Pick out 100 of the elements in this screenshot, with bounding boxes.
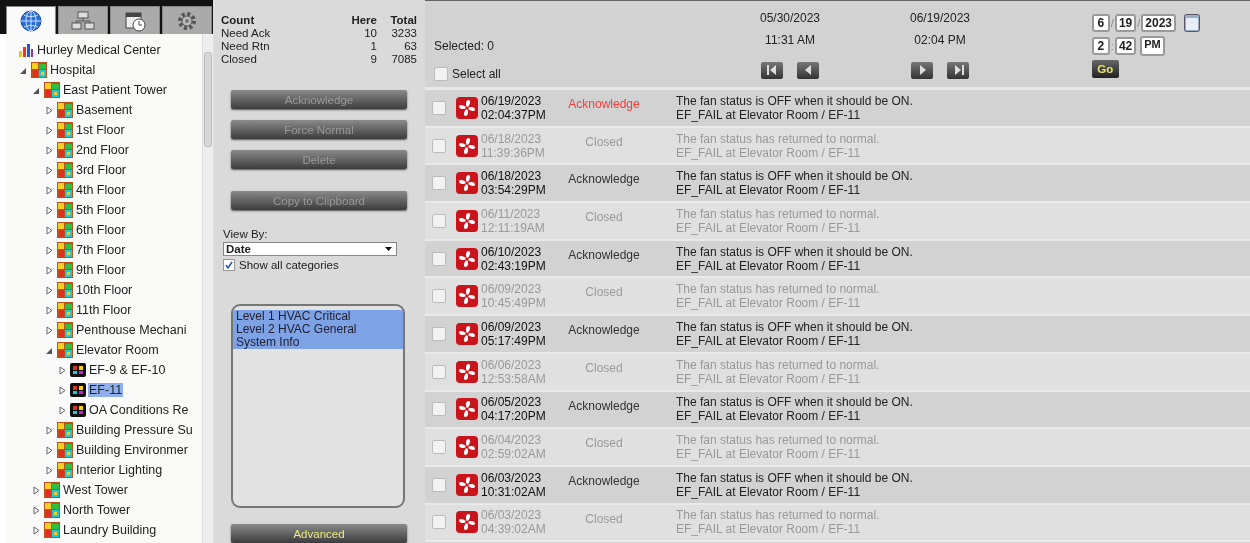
tree-item[interactable]: 11th Floor [75,303,133,317]
scrollbar[interactable] [202,34,213,543]
time-field[interactable]: 2 [1091,37,1110,55]
row-checkbox[interactable] [432,213,446,228]
alarm-message: The fan status is OFF when it should be ON. [676,470,913,485]
tree-item[interactable]: 7th Floor [75,243,127,257]
alarm-status: Acknowledge [567,397,641,413]
date-field[interactable]: 19 [1114,14,1137,32]
tree-item[interactable]: 3rd Floor [75,163,128,177]
row-checkbox[interactable] [432,477,446,492]
row-checkbox[interactable] [432,289,446,304]
alarm-time: 03:54:29PM [481,183,547,198]
tree-item[interactable]: Building Pressure Su [75,423,194,437]
tree-item[interactable]: 1st Floor [75,123,126,137]
tree-item[interactable]: Penthouse Mechani [75,323,188,337]
collapsed-arrow-icon[interactable] [32,505,40,515]
date-field[interactable]: 2023 [1141,14,1176,32]
collapsed-arrow-icon[interactable] [45,185,53,195]
collapsed-arrow-icon[interactable] [58,405,66,415]
row-checkbox[interactable] [432,251,446,266]
collapsed-arrow-icon[interactable] [58,385,66,395]
row-checkbox[interactable] [432,440,446,455]
collapsed-arrow-icon[interactable] [45,105,53,115]
panel-tab[interactable] [6,6,56,34]
tree-item[interactable]: Hurley Medical Center [36,43,162,57]
select-all-checkbox[interactable] [434,67,448,81]
collapsed-arrow-icon[interactable] [45,265,53,275]
collapsed-arrow-icon[interactable] [45,445,53,455]
checkbox[interactable] [223,259,235,271]
tree-item[interactable]: EF-11 [88,383,124,397]
panel-tab[interactable] [110,6,160,34]
tree-item[interactable]: 2nd Floor [75,143,130,157]
am-pm-field[interactable]: PM [1140,36,1165,56]
selected-count: Selected: 0 [434,39,495,53]
tree-item[interactable]: 10th Floor [75,283,134,297]
collapsed-arrow-icon[interactable] [45,165,53,175]
tree-item[interactable]: West Tower [62,483,129,497]
end-time: 02:04 PM [913,33,967,49]
row-checkbox[interactable] [432,364,446,379]
last-page-button[interactable] [947,61,969,79]
row-checkbox[interactable] [432,326,446,341]
view-by-dropdown[interactable]: Date [223,242,397,256]
tree-item[interactable]: 5th Floor [75,203,127,217]
row-checkbox[interactable] [432,402,446,417]
alarm-status: Closed [584,284,624,300]
calendar-icon[interactable] [1184,14,1200,32]
alarm-time: 04:39:02AM [481,522,547,537]
advanced-button[interactable]: Advanced [231,524,407,543]
tree-item[interactable]: EF-9 & EF-10 [88,363,167,377]
collapsed-arrow-icon[interactable] [45,225,53,235]
tree-item[interactable]: Elevator Room [75,343,160,357]
category-item[interactable]: Level 1 HVAC Critical [233,310,403,323]
collapsed-arrow-icon[interactable] [32,525,40,535]
row-checkbox[interactable] [432,176,446,191]
category-item[interactable]: Level 2 HVAC General [233,323,403,336]
tree-item[interactable]: Building Environmer [75,443,189,457]
checkbox-label: Show all categories [239,259,339,271]
tree-item[interactable]: Hospital [49,63,97,77]
tree-item[interactable]: Interior Lighting [75,463,164,477]
collapsed-arrow-icon[interactable] [45,425,53,435]
fan-icon [456,172,478,195]
row-checkbox[interactable] [432,100,446,115]
collapsed-arrow-icon[interactable] [32,485,40,495]
fan-icon [456,322,478,345]
tree-item[interactable]: Basement [75,103,134,117]
go-button[interactable]: Go [1091,60,1119,78]
caret-icon [385,247,392,251]
collapsed-arrow-icon[interactable] [45,465,53,475]
next-page-button[interactable] [911,61,933,79]
tree-item[interactable]: East Patient Tower [62,83,168,97]
collapsed-arrow-icon[interactable] [58,365,66,375]
collapsed-arrow-icon[interactable] [45,285,53,295]
collapsed-arrow-icon[interactable] [45,145,53,155]
time-field[interactable]: 42 [1114,37,1137,55]
tree-item[interactable]: Laundry Building [62,523,158,537]
collapsed-arrow-icon[interactable] [45,245,53,255]
building-blocks-icon [44,502,60,518]
tree-item[interactable]: 9th Floor [75,263,127,277]
alarm-date: 06/06/2023 [481,357,543,372]
alarm-time: 12:11:19AM [481,220,546,235]
tree-item[interactable]: OA Conditions Re [88,403,190,417]
bar-chart-icon [18,42,34,58]
category-list[interactable]: Level 1 HVAC Critical Level 2 HVAC General System Info [231,304,405,509]
fan-icon [456,96,478,119]
collapsed-arrow-icon[interactable] [45,205,53,215]
date-field[interactable]: 6 [1091,14,1110,32]
first-page-button[interactable] [761,61,783,79]
row-checkbox[interactable] [432,138,446,153]
alarm-message: The fan status is OFF when it should be ON. [676,395,913,410]
alarm-source: EF_FAIL at Elevator Room / EF-11 [676,296,862,311]
tree-item[interactable]: 4th Floor [75,183,127,197]
alarm-status: Acknowledge [567,246,641,262]
collapsed-arrow-icon[interactable] [45,305,53,315]
previous-page-button[interactable] [797,61,819,79]
tree-item[interactable]: 6th Floor [75,223,127,237]
collapsed-arrow-icon[interactable] [45,325,53,335]
collapsed-arrow-icon[interactable] [45,125,53,135]
category-item[interactable]: System Info [233,336,403,349]
tree-item[interactable]: North Tower [62,503,132,517]
row-checkbox[interactable] [432,515,446,530]
